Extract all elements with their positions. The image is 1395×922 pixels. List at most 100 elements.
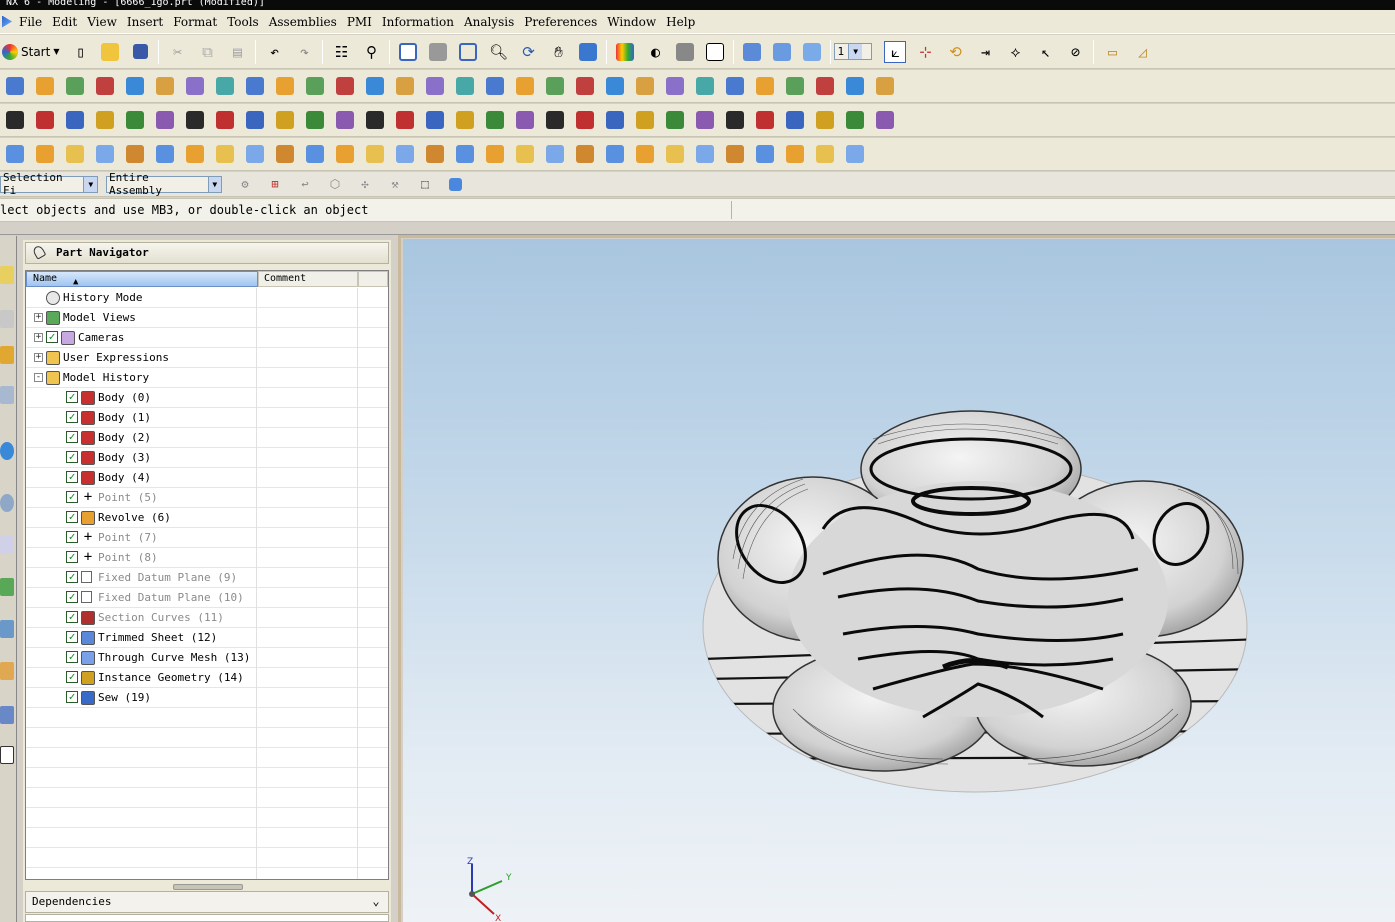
tree-row[interactable]: + ✓ Cameras (26, 328, 388, 348)
variational-sweep-icon[interactable] (154, 143, 176, 165)
column-header-comment[interactable]: Comment (258, 271, 358, 287)
law-curve-icon[interactable] (484, 109, 506, 131)
extrude-icon[interactable] (124, 75, 146, 97)
system-scenes-icon[interactable] (0, 662, 14, 680)
chamfer-icon[interactable] (514, 75, 536, 97)
subtract-icon[interactable] (694, 75, 716, 97)
tree-row[interactable]: ✓ Instance Geometry (14) (26, 668, 388, 688)
selection-scope-select[interactable]: Entire Assembly ▼ (106, 171, 222, 197)
color-swatch-icon[interactable] (704, 41, 726, 63)
resource-tools-icon[interactable] (0, 746, 14, 764)
snap-end-icon[interactable]: ↩ (294, 173, 316, 195)
visibility-checkbox[interactable]: ✓ (66, 411, 78, 423)
trimmed-sheet-icon[interactable] (544, 143, 566, 165)
menu-information[interactable]: Information (377, 15, 459, 29)
undo-icon[interactable]: ↶ (263, 41, 285, 63)
orient-view-icon[interactable] (741, 41, 763, 63)
select-edge-icon[interactable]: ⇥ (974, 41, 996, 63)
menu-edit[interactable]: Edit (47, 15, 82, 29)
trim-body-icon[interactable] (604, 75, 626, 97)
zoom-box-icon[interactable] (457, 41, 479, 63)
datum-csys-icon[interactable] (94, 75, 116, 97)
fill-surface-icon[interactable] (244, 143, 266, 165)
roles-icon[interactable] (0, 620, 14, 638)
assembly-navigator-icon[interactable] (0, 266, 14, 284)
smooth-curve-icon[interactable] (844, 109, 866, 131)
intersect-icon[interactable] (724, 75, 746, 97)
render-style-icon[interactable] (614, 41, 636, 63)
mirror-icon[interactable] (784, 75, 806, 97)
new-file-icon[interactable]: ▯ (69, 41, 91, 63)
expand-icon[interactable]: + (34, 333, 43, 342)
collapse-icon[interactable]: - (34, 373, 43, 382)
transition-icon[interactable] (274, 143, 296, 165)
graphics-window[interactable] (403, 239, 1395, 922)
arc-icon[interactable] (34, 109, 56, 131)
menu-tools[interactable]: Tools (222, 15, 264, 29)
tree-row[interactable]: ✓ + Point (5) (26, 488, 388, 508)
through-curves-icon[interactable] (34, 143, 56, 165)
select-body-icon[interactable] (444, 173, 466, 195)
soft-blend-icon[interactable] (724, 143, 746, 165)
visibility-checkbox[interactable]: ✓ (66, 551, 78, 563)
web-browser-icon[interactable] (0, 442, 14, 460)
rectangle-icon[interactable] (304, 109, 326, 131)
visibility-checkbox[interactable]: ✓ (66, 471, 78, 483)
properties-icon[interactable]: ☷ (330, 41, 352, 63)
open-folder-icon[interactable] (99, 41, 121, 63)
tree-row[interactable]: ✓ Sew (19) (26, 688, 388, 708)
unite-icon[interactable] (664, 75, 686, 97)
point-set-icon[interactable] (184, 109, 206, 131)
snap-quadrant-icon[interactable]: ⚒ (384, 173, 406, 195)
boss-icon[interactable] (214, 75, 236, 97)
groove-icon[interactable] (334, 75, 356, 97)
menu-help[interactable]: Help (661, 15, 700, 29)
visibility-checkbox[interactable]: ✓ (66, 511, 78, 523)
edge-symmetry-icon[interactable] (814, 143, 836, 165)
snap-mid-icon[interactable]: ⬡ (324, 173, 346, 195)
tree-row[interactable]: ✓ + Point (7) (26, 528, 388, 548)
stitch-icon[interactable] (634, 143, 656, 165)
wcs-origin-icon[interactable]: ⊹ (914, 41, 936, 63)
tree-row[interactable]: ✓ Through Curve Mesh (13) (26, 648, 388, 668)
wcs-icon[interactable]: ⟀ (884, 40, 907, 63)
manufacturing-wizard-icon[interactable] (0, 578, 14, 596)
through-curve-mesh-icon[interactable] (64, 143, 86, 165)
select-pointer-icon[interactable]: ↖ (1034, 41, 1056, 63)
snap-view-icon[interactable] (801, 41, 823, 63)
block-icon[interactable] (364, 75, 386, 97)
edge-blend-icon[interactable] (484, 75, 506, 97)
shell-icon[interactable] (544, 75, 566, 97)
menu-assemblies[interactable]: Assemblies (264, 15, 342, 29)
horizontal-scrollbar[interactable] (173, 884, 243, 890)
untrim-icon[interactable] (574, 143, 596, 165)
studio-surface-icon[interactable] (304, 143, 326, 165)
draft-icon[interactable] (574, 75, 596, 97)
sew-icon[interactable] (874, 75, 896, 97)
hole-icon[interactable] (184, 75, 206, 97)
tree-row[interactable]: + User Expressions (26, 348, 388, 368)
divide-curve-icon[interactable] (784, 109, 806, 131)
ellipse-icon[interactable] (364, 109, 386, 131)
fillet-curve-icon[interactable] (274, 109, 296, 131)
studio-spline-icon[interactable] (124, 109, 146, 131)
bridge-icon[interactable] (754, 143, 776, 165)
measure-angle-icon[interactable]: ◿ (1131, 41, 1153, 63)
deselect-icon[interactable]: ⊘ (1064, 41, 1086, 63)
parabola-icon[interactable] (394, 109, 416, 131)
chevron-down-icon[interactable]: ⌄ (368, 894, 384, 910)
tree-row[interactable]: - Model History (26, 368, 388, 388)
tree-row[interactable]: ✓ Fixed Datum Plane (10) (26, 588, 388, 608)
pocket-icon[interactable] (244, 75, 266, 97)
bounded-plane-icon[interactable] (214, 143, 236, 165)
tree-row[interactable]: ✓ Fixed Datum Plane (9) (26, 568, 388, 588)
pin-icon[interactable] (31, 244, 47, 260)
intersection-curve-icon[interactable] (604, 109, 626, 131)
visibility-checkbox[interactable]: ✓ (66, 651, 78, 663)
revolve-icon[interactable] (154, 75, 176, 97)
visibility-checkbox[interactable]: ✓ (66, 491, 78, 503)
ruled-icon[interactable] (4, 143, 26, 165)
process-studio-icon[interactable] (0, 536, 14, 554)
isoparametric-icon[interactable] (874, 109, 896, 131)
pad-icon[interactable] (274, 75, 296, 97)
